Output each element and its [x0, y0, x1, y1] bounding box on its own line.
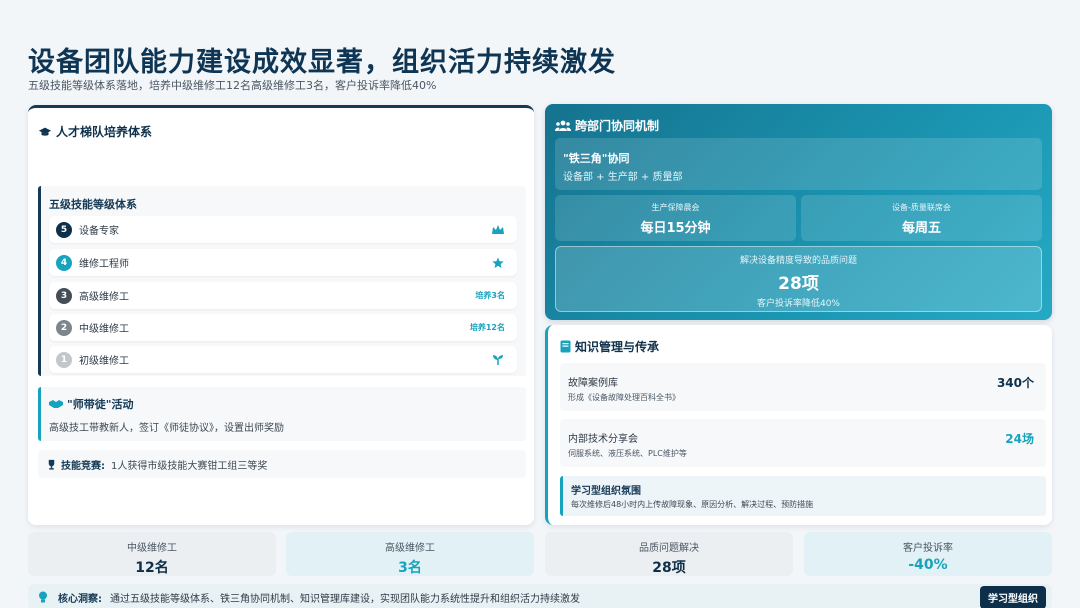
level-name: 维修工程师: [79, 259, 129, 270]
iron-triangle-members: 设备部 + 生产部 + 质量部: [563, 172, 683, 183]
level-name: 高级维修工: [79, 292, 129, 303]
core-insight-text: 通过五级技能等级体系、铁三角协同机制、知识管理库建设，实现团队能力系统性提升和组…: [110, 593, 580, 605]
graduation-cap-icon: [38, 127, 52, 136]
iron-triangle-title: "铁三角"协同: [563, 152, 630, 165]
level-badge: 1: [56, 351, 72, 368]
seedling-icon: [493, 354, 503, 365]
level-badge: 4: [56, 254, 72, 271]
quality-result-panel: 解决设备精度导致的品质问题 28项 客户投诉率降低40%: [555, 246, 1042, 312]
knowledge-card: 知识管理与传承 故障案例库 形成《设备故障处理百科全书》 340个 内部技术分享…: [545, 325, 1052, 525]
stat-card: 客户投诉率 -40%: [804, 532, 1052, 576]
learning-org-panel: 学习型组织氛围 每次维修后48小时内上传故障现象、原因分析、解决过程、预防措施: [560, 476, 1046, 516]
meeting-label: 设备-质量联席会: [892, 203, 951, 212]
stat-card: 高级维修工 3名: [286, 532, 534, 576]
iron-triangle-panel: "铁三角"协同 设备部 + 生产部 + 质量部: [555, 138, 1042, 190]
level-note: 培养3名: [475, 291, 505, 300]
stat-value: 28项: [652, 560, 686, 576]
mentor-program-heading: "师带徒"活动: [49, 396, 133, 412]
knowledge-row: 故障案例库 形成《设备故障处理百科全书》 340个: [560, 363, 1046, 411]
level-name: 中级维修工: [79, 324, 129, 335]
level-row-4: 4 维修工程师: [49, 249, 517, 276]
level-note: 培养12名: [469, 323, 505, 332]
meeting-value: 每日15分钟: [640, 221, 711, 236]
stat-value: -40%: [908, 557, 948, 573]
knowledge-row-title: 内部技术分享会: [568, 434, 638, 445]
cross-department-card: 跨部门协同机制 "铁三角"协同 设备部 + 生产部 + 质量部 生产保障晨会 每…: [545, 104, 1052, 320]
page-title: 设备团队能力建设成效显著，组织活力持续激发: [28, 47, 616, 78]
mentor-program-text: 高级技工带教新人，签订《师徒协议》，设置出师奖励: [49, 423, 284, 434]
meeting-label: 生产保障晨会: [651, 203, 700, 212]
star-icon: [492, 257, 504, 268]
knowledge-row-value: 340个: [996, 376, 1034, 390]
level-name: 初级维修工: [79, 356, 129, 367]
quality-result-label: 解决设备精度导致的品质问题: [739, 256, 857, 266]
skill-contest-text: 1人获得市级技能大赛钳工组三等奖: [111, 460, 268, 472]
knowledge-heading: 知识管理与传承: [560, 338, 659, 355]
stat-label: 高级维修工: [385, 543, 435, 554]
book-icon: [560, 340, 571, 353]
talent-pipeline-card: 人才梯队培养体系 五级技能等级体系 5 设备专家 4 维修工程师 3 高级维修工…: [28, 105, 534, 525]
level-name: 设备专家: [79, 226, 119, 237]
meeting-daily: 生产保障晨会 每日15分钟: [555, 195, 796, 241]
level-badge: 2: [56, 319, 72, 336]
learning-org-badge: 学习型组织: [980, 585, 1046, 608]
quality-result-sub: 客户投诉率降低40%: [756, 299, 840, 309]
cross-department-title: 跨部门协同机制: [575, 119, 660, 133]
learning-org-title: 学习型组织氛围: [571, 486, 641, 497]
stat-card: 中级维修工 12名: [28, 532, 276, 576]
knowledge-row-title: 故障案例库: [568, 378, 618, 389]
lightbulb-icon: [39, 591, 47, 602]
stat-label: 客户投诉率: [903, 543, 953, 554]
quality-result-value: 28项: [778, 274, 819, 294]
level-row-5: 5 设备专家: [49, 216, 517, 243]
skill-levels-panel: 五级技能等级体系 5 设备专家 4 维修工程师 3 高级维修工 培养3名 2 中…: [38, 186, 526, 376]
level-row-2: 2 中级维修工 培养12名: [49, 314, 517, 341]
level-badge: 5: [56, 221, 72, 238]
knowledge-row-sub: 伺服系统、液压系统、PLC维护等: [568, 449, 687, 458]
crown-icon: [492, 224, 504, 234]
skill-contest-label: 技能竞赛:: [61, 460, 105, 472]
stat-label: 中级维修工: [127, 543, 177, 554]
meeting-weekly: 设备-质量联席会 每周五: [801, 195, 1042, 241]
stat-value: 12名: [135, 560, 169, 576]
knowledge-title: 知识管理与传承: [575, 340, 660, 354]
stat-value: 3名: [398, 560, 422, 576]
handshake-icon: [49, 400, 63, 408]
stat-label: 品质问题解决: [639, 543, 699, 554]
knowledge-row-value: 24场: [1005, 432, 1034, 446]
mentor-program-panel: "师带徒"活动 高级技工带教新人，签订《师徒协议》，设置出师奖励: [38, 387, 526, 441]
level-badge: 3: [56, 287, 72, 304]
meeting-value: 每周五: [901, 221, 941, 236]
cross-department-heading: 跨部门协同机制: [555, 117, 659, 134]
knowledge-row: 内部技术分享会 伺服系统、液压系统、PLC维护等 24场: [560, 419, 1046, 467]
level-row-1: 1 初级维修工: [49, 346, 517, 373]
level-row-3: 3 高级维修工 培养3名: [49, 282, 517, 309]
talent-pipeline-heading: 人才梯队培养体系: [38, 123, 152, 140]
talent-pipeline-title: 人才梯队培养体系: [56, 125, 153, 139]
knowledge-row-sub: 形成《设备故障处理百科全书》: [568, 393, 680, 402]
skill-levels-title: 五级技能等级体系: [49, 198, 137, 211]
users-icon: [555, 120, 571, 131]
mentor-program-title: "师带徒"活动: [67, 398, 134, 411]
core-insight-bar: 核心洞察: 通过五级技能等级体系、铁三角协同机制、知识管理库建设，实现团队能力系…: [28, 584, 1052, 608]
skill-contest-row: 技能竞赛: 1人获得市级技能大赛钳工组三等奖: [38, 450, 526, 478]
stat-card: 品质问题解决 28项: [545, 532, 793, 576]
learning-org-text: 每次维修后48小时内上传故障现象、原因分析、解决过程、预防措施: [571, 500, 814, 509]
page-subtitle: 五级技能等级体系落地，培养中级维修工12名高级维修工3名，客户投诉率降低40%: [28, 79, 437, 92]
trophy-icon: [48, 459, 55, 470]
core-insight-label: 核心洞察:: [58, 593, 102, 605]
